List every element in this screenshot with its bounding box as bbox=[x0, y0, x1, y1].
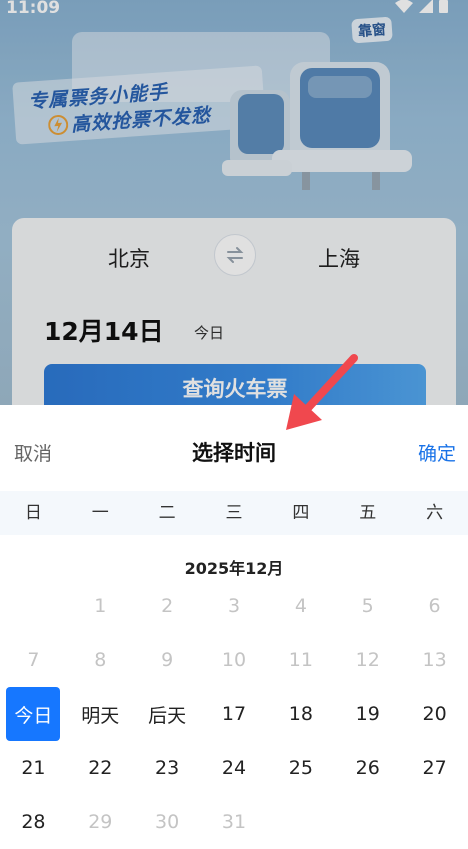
calendar-day-label: 8 bbox=[94, 649, 107, 671]
calendar-day[interactable]: 23 bbox=[134, 741, 201, 795]
weekday-header: 日 一 二 三 四 五 六 bbox=[0, 491, 468, 535]
calendar-day-label: 20 bbox=[422, 703, 447, 725]
date-picker-header: 取消 选择时间 确定 bbox=[0, 405, 468, 491]
calendar-day: 31 bbox=[201, 795, 268, 849]
calendar-day: 29 bbox=[67, 795, 134, 849]
calendar-day: 9 bbox=[134, 633, 201, 687]
calendar-day-label: 28 bbox=[21, 811, 46, 833]
calendar-day-label: 21 bbox=[21, 757, 46, 779]
calendar-day-empty bbox=[0, 579, 67, 633]
weekday-label: 六 bbox=[426, 503, 444, 523]
calendar-day-empty bbox=[267, 795, 334, 849]
calendar-day-label bbox=[341, 795, 395, 849]
calendar-day[interactable]: 26 bbox=[334, 741, 401, 795]
calendar-day: 8 bbox=[67, 633, 134, 687]
calendar-day: 13 bbox=[401, 633, 468, 687]
calendar-day-label: 6 bbox=[428, 595, 441, 617]
calendar-day[interactable]: 25 bbox=[267, 741, 334, 795]
calendar-day: 6 bbox=[401, 579, 468, 633]
calendar-day-label: 7 bbox=[27, 649, 40, 671]
calendar-day-label: 25 bbox=[288, 757, 313, 779]
calendar-day[interactable]: 22 bbox=[67, 741, 134, 795]
calendar-day-label: 24 bbox=[221, 757, 247, 779]
weekday-label: 五 bbox=[359, 503, 377, 523]
calendar-day-label: 10 bbox=[221, 649, 247, 671]
calendar-grid: 1 2 3 4 5 6 7 8 9 10 11 12 13 今日 明天 后天 17 18 19 20 21 22 23 24 2… bbox=[0, 579, 468, 849]
calendar-day-label: 17 bbox=[221, 703, 247, 725]
calendar-week-row: 7 8 9 10 11 12 13 bbox=[0, 633, 468, 687]
weekday-label: 一 bbox=[91, 503, 109, 523]
calendar-week-row: 今日 明天 后天 17 18 19 20 bbox=[0, 687, 468, 741]
calendar-week-row: 21 22 23 24 25 26 27 bbox=[0, 741, 468, 795]
calendar-week-row: 1 2 3 4 5 6 bbox=[0, 579, 468, 633]
calendar-day[interactable]: 21 bbox=[0, 741, 67, 795]
calendar-day-label: 明天 bbox=[81, 704, 120, 727]
calendar-day-label bbox=[408, 795, 462, 849]
calendar-day[interactable]: 20 bbox=[401, 687, 468, 741]
calendar-day-label: 4 bbox=[294, 595, 307, 617]
calendar-day-label: 12 bbox=[355, 649, 380, 671]
calendar-day-label: 1 bbox=[94, 595, 107, 617]
confirm-button[interactable]: 确定 bbox=[418, 439, 456, 466]
calendar-day-label: 23 bbox=[155, 757, 180, 779]
calendar-day[interactable]: 27 bbox=[401, 741, 468, 795]
weekday-label: 四 bbox=[292, 503, 310, 523]
calendar-day[interactable]: 17 bbox=[201, 687, 268, 741]
calendar-day-label bbox=[274, 795, 328, 849]
calendar-day-empty bbox=[334, 795, 401, 849]
calendar-day-label: 13 bbox=[422, 649, 447, 671]
calendar-day: 10 bbox=[201, 633, 268, 687]
calendar-day-label: 11 bbox=[288, 649, 313, 671]
date-picker-title: 选择时间 bbox=[192, 441, 276, 465]
calendar-day-label: 19 bbox=[355, 703, 380, 725]
calendar-day[interactable]: 19 bbox=[334, 687, 401, 741]
annotation-arrow-icon bbox=[286, 354, 358, 430]
calendar-day-label: 今日 bbox=[6, 687, 61, 741]
calendar-day: 2 bbox=[134, 579, 201, 633]
calendar-day-today[interactable]: 今日 bbox=[0, 687, 67, 741]
calendar-day-empty bbox=[401, 795, 468, 849]
calendar-day-label: 29 bbox=[88, 811, 113, 833]
calendar-day[interactable]: 24 bbox=[201, 741, 268, 795]
calendar-day[interactable]: 28 bbox=[0, 795, 67, 849]
calendar-day-label: 18 bbox=[288, 703, 313, 725]
calendar-day-label: 31 bbox=[221, 811, 247, 833]
calendar-day-label: 5 bbox=[361, 595, 374, 617]
modal-overlay[interactable] bbox=[0, 0, 468, 405]
calendar-day: 4 bbox=[267, 579, 334, 633]
calendar-day-label: 后天 bbox=[148, 704, 187, 727]
date-picker-sheet: 取消 选择时间 确定 日 一 二 三 四 五 六 2025年12月 123456… bbox=[0, 405, 468, 840]
calendar-day-label: 27 bbox=[422, 757, 447, 779]
calendar-day: 30 bbox=[134, 795, 201, 849]
weekday-label: 日 bbox=[24, 503, 42, 523]
calendar-day-label: 2 bbox=[161, 595, 174, 617]
weekday-label: 三 bbox=[225, 503, 243, 523]
calendar-day: 5 bbox=[334, 579, 401, 633]
calendar-week-row: 28 29 30 31 bbox=[0, 795, 468, 849]
calendar-day: 12 bbox=[334, 633, 401, 687]
month-label: 2025年12月 bbox=[184, 559, 284, 578]
calendar-day-label: 9 bbox=[161, 649, 174, 671]
calendar-day: 3 bbox=[201, 579, 268, 633]
calendar-day: 7 bbox=[0, 633, 67, 687]
calendar-day-label: 30 bbox=[155, 811, 180, 833]
calendar-day: 11 bbox=[267, 633, 334, 687]
calendar-day-label: 22 bbox=[88, 757, 113, 779]
weekday-label: 二 bbox=[158, 503, 176, 523]
calendar-day-label: 26 bbox=[355, 757, 380, 779]
calendar-day-label bbox=[6, 579, 60, 633]
calendar-day[interactable]: 明天 bbox=[67, 687, 134, 741]
calendar-day: 1 bbox=[67, 579, 134, 633]
calendar-day-label: 3 bbox=[227, 595, 241, 617]
calendar-day[interactable]: 18 bbox=[267, 687, 334, 741]
calendar-day[interactable]: 后天 bbox=[134, 687, 201, 741]
